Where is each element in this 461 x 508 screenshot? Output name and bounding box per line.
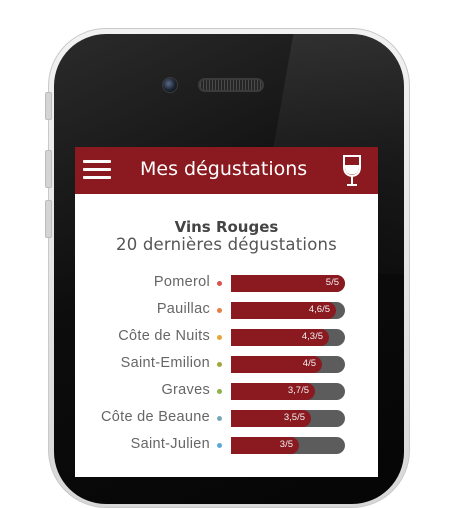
row-connector	[231, 323, 253, 329]
rating-row[interactable]: Côte de Nuits 4,3/5	[75, 323, 378, 347]
rating-dot	[217, 389, 222, 394]
rating-bar-track: 4,3/5	[231, 329, 345, 346]
rating-bar-track: 4/5	[231, 356, 345, 373]
rating-label: Saint-Emilion	[120, 355, 210, 371]
rating-label: Pomerol	[153, 274, 210, 290]
rating-bar-track: 3,7/5	[231, 383, 345, 400]
rating-row[interactable]: Côte de Beaune 3,5/5	[75, 404, 378, 428]
rating-label: Côte de Nuits	[118, 328, 210, 344]
rating-bar-track: 3/5	[231, 437, 345, 454]
rating-dot	[217, 335, 222, 340]
volume-up-button	[45, 150, 52, 188]
rating-dot	[217, 281, 222, 286]
row-connector	[231, 296, 253, 302]
rating-label: Graves	[161, 382, 210, 398]
volume-down-button	[45, 200, 52, 238]
mute-switch	[45, 92, 52, 120]
rating-row[interactable]: Graves 3,7/5	[75, 377, 378, 401]
hamburger-menu-icon[interactable]	[83, 160, 111, 180]
row-connector	[231, 431, 253, 437]
rating-row[interactable]: Saint-Emilion 4/5	[75, 350, 378, 374]
rating-dot	[217, 416, 222, 421]
wine-glass-icon[interactable]	[341, 155, 363, 187]
rating-bar-track: 5/5	[231, 275, 345, 292]
rating-bar-track: 4,6/5	[231, 302, 345, 319]
rating-score: 3/5	[279, 439, 293, 450]
rating-score: 4,3/5	[301, 331, 323, 342]
rating-dot	[217, 443, 222, 448]
row-connector	[231, 350, 253, 356]
section-title: Vins Rouges	[174, 218, 279, 236]
rating-label: Côte de Beaune	[100, 409, 210, 425]
app-screen: Mes dégustations Vins Rouges 20 dernière…	[75, 147, 378, 477]
rating-score: 5/5	[325, 277, 339, 288]
rating-label: Pauillac	[156, 301, 210, 317]
rating-row[interactable]: Pauillac 4,6/5	[75, 296, 378, 320]
rating-dot	[217, 308, 222, 313]
row-connector	[231, 377, 253, 383]
rating-row[interactable]: Saint-Julien 3/5	[75, 431, 378, 455]
rating-row[interactable]: Pomerol 5/5	[75, 273, 378, 293]
rating-score: 3,7/5	[287, 385, 309, 396]
rating-score: 4,6/5	[308, 304, 330, 315]
rating-bar-track: 3,5/5	[231, 410, 345, 427]
row-connector	[231, 404, 253, 410]
rating-dot	[217, 362, 222, 367]
rating-score: 3,5/5	[283, 412, 305, 423]
page-title: Mes dégustations	[140, 158, 308, 180]
rating-label: Saint-Julien	[130, 436, 210, 452]
front-camera	[162, 77, 178, 93]
section-subtitle: 20 dernières dégustations	[116, 235, 337, 254]
rating-score: 4/5	[302, 358, 316, 369]
app-header: Mes dégustations	[75, 147, 378, 194]
earpiece-speaker	[198, 78, 264, 92]
